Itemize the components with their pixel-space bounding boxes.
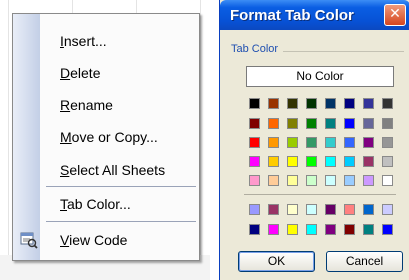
color-swatch[interactable] [249, 156, 260, 167]
color-swatch[interactable] [325, 224, 336, 235]
ok-button[interactable]: OK [238, 251, 315, 272]
color-swatch[interactable] [287, 204, 298, 215]
format-tab-color-dialog: Format Tab Color ✕ Tab Color No Color OK… [219, 0, 409, 280]
color-swatch[interactable] [363, 118, 374, 129]
color-swatch[interactable] [344, 156, 355, 167]
color-swatch[interactable] [306, 137, 317, 148]
color-swatch[interactable] [382, 204, 393, 215]
menu-item[interactable]: Select All Sheets [13, 157, 199, 185]
menu-separator [46, 221, 196, 222]
menu-item-label: Rename [60, 97, 113, 113]
color-swatch[interactable] [268, 224, 279, 235]
color-swatch[interactable] [268, 118, 279, 129]
color-swatch[interactable] [287, 98, 298, 109]
menu-item-label: Tab Color... [60, 196, 131, 212]
color-swatch[interactable] [344, 137, 355, 148]
menu-item[interactable]: Tab Color... [13, 191, 199, 219]
tab-color-group-label: Tab Color [231, 43, 279, 55]
color-swatch[interactable] [363, 98, 374, 109]
color-swatch[interactable] [363, 156, 374, 167]
color-swatch[interactable] [268, 156, 279, 167]
color-swatch[interactable] [344, 204, 355, 215]
menu-item-accelerator: V [60, 232, 70, 248]
color-swatch[interactable] [249, 137, 260, 148]
color-swatch[interactable] [325, 137, 336, 148]
menu-item-text: ename [70, 97, 113, 113]
menu-item-label: Select All Sheets [60, 162, 165, 178]
menu-item-text: nsert... [63, 33, 107, 49]
color-swatch[interactable] [306, 224, 317, 235]
color-swatch[interactable] [287, 118, 298, 129]
menu-item-text: elect All Sheets [69, 162, 166, 178]
color-swatch[interactable] [268, 137, 279, 148]
color-swatch[interactable] [249, 224, 260, 235]
color-swatch[interactable] [249, 175, 260, 186]
color-swatch[interactable] [382, 118, 393, 129]
color-swatch[interactable] [363, 137, 374, 148]
color-swatch[interactable] [287, 224, 298, 235]
menu-item[interactable]: Move or Copy... [13, 124, 199, 152]
color-swatch[interactable] [344, 224, 355, 235]
color-swatch[interactable] [268, 98, 279, 109]
color-swatch[interactable] [344, 98, 355, 109]
color-swatch[interactable] [306, 98, 317, 109]
color-swatch[interactable] [382, 137, 393, 148]
menu-item[interactable]: Rename [13, 92, 199, 120]
color-swatch[interactable] [344, 175, 355, 186]
group-divider [283, 51, 404, 52]
color-swatch[interactable] [287, 137, 298, 148]
color-swatch[interactable] [363, 204, 374, 215]
color-swatch[interactable] [325, 175, 336, 186]
color-swatch[interactable] [363, 175, 374, 186]
menu-item-accelerator: M [60, 129, 72, 145]
dialog-titlebar[interactable]: Format Tab Color ✕ [220, 0, 409, 30]
menu-item-accelerator: S [60, 162, 70, 178]
color-swatch[interactable] [249, 118, 260, 129]
menu-item[interactable]: Insert... [13, 28, 199, 56]
menu-item[interactable]: Delete [13, 60, 199, 88]
no-color-button[interactable]: No Color [246, 66, 394, 87]
color-swatch[interactable] [325, 118, 336, 129]
sheet-tab-context-menu: Insert... Delete Rename Move or Copy... Sele… [12, 13, 200, 261]
menu-item-label: View Code [60, 232, 127, 248]
cancel-button[interactable]: Cancel [326, 251, 403, 272]
menu-item-text: elete [70, 65, 101, 81]
color-swatch[interactable] [287, 156, 298, 167]
color-swatch[interactable] [249, 98, 260, 109]
color-swatch[interactable] [382, 156, 393, 167]
color-swatch[interactable] [268, 204, 279, 215]
color-swatch[interactable] [325, 156, 336, 167]
menu-separator [46, 186, 196, 187]
color-swatch[interactable] [306, 118, 317, 129]
color-swatch[interactable] [268, 175, 279, 186]
color-swatch[interactable] [306, 156, 317, 167]
close-icon[interactable]: ✕ [384, 4, 406, 26]
menu-item-accelerator: R [60, 97, 71, 113]
palette-divider [244, 194, 396, 195]
color-swatch[interactable] [287, 175, 298, 186]
menu-item-label: Insert... [60, 33, 107, 49]
menu-item[interactable]: View Code [13, 227, 199, 255]
menu-item-accelerator: T [60, 196, 67, 212]
menu-item-text: ove or Copy... [71, 129, 158, 145]
color-swatch[interactable] [306, 175, 317, 186]
color-swatch[interactable] [382, 98, 393, 109]
color-swatch[interactable] [325, 98, 336, 109]
color-swatch[interactable] [306, 204, 317, 215]
color-swatch[interactable] [363, 224, 374, 235]
color-swatch[interactable] [325, 204, 336, 215]
color-swatch[interactable] [344, 118, 355, 129]
menu-item-label: Move or Copy... [60, 129, 158, 145]
menu-item-text: iew Code [69, 232, 128, 248]
menu-item-accelerator: D [60, 65, 71, 81]
color-swatch[interactable] [382, 224, 393, 235]
color-swatch[interactable] [382, 175, 393, 186]
menu-item-text: ab Color... [67, 196, 131, 212]
view-code-icon [20, 231, 38, 249]
menu-item-label: Delete [60, 65, 100, 81]
color-swatch[interactable] [249, 204, 260, 215]
dialog-title: Format Tab Color [230, 7, 354, 24]
